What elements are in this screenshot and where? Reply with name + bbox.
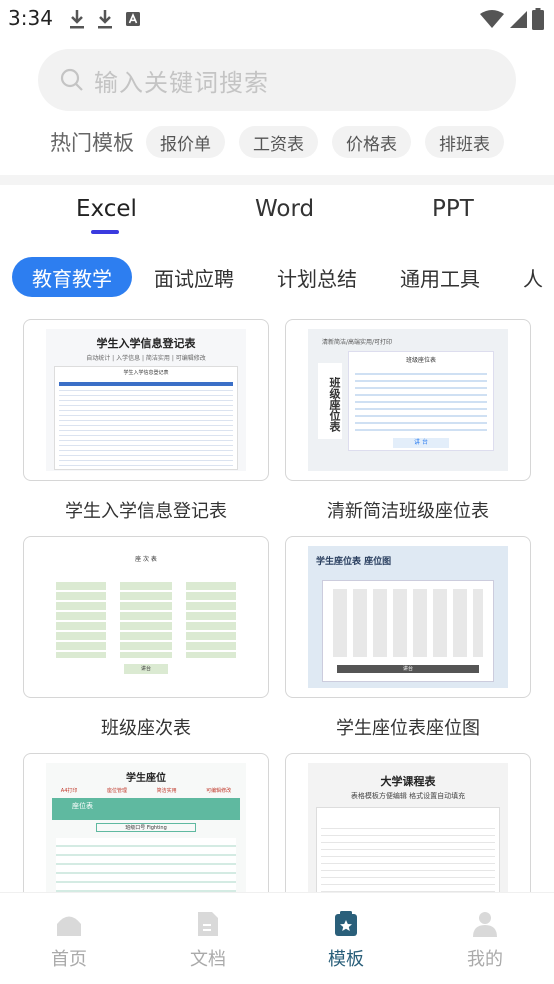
nav-documents-label: 文档	[190, 949, 226, 970]
nav-templates[interactable]: 模板	[306, 911, 386, 971]
nav-profile-label: 我的	[467, 949, 503, 970]
search-icon	[60, 68, 83, 91]
category-plan-summary[interactable]: 计划总结	[277, 257, 357, 297]
bottom-nav: 首页 文档 模板 我的	[0, 892, 554, 984]
thumbnail-tag: A4打印	[60, 788, 78, 794]
thumbnail-title: 学生座位表 座位图	[316, 557, 392, 567]
status-notifications	[68, 8, 142, 30]
nav-documents[interactable]: 文档	[168, 911, 248, 971]
type-tabs: Excel Word PPT	[0, 192, 554, 242]
profile-icon	[473, 912, 497, 937]
status-bar: 3:34	[0, 0, 554, 38]
template-card[interactable]: 大学课程表 表格模板方便编辑 格式设置自动填充	[285, 753, 531, 913]
hot-chip-price[interactable]: 价格表	[332, 126, 411, 158]
thumbnail-banner: 座位表	[52, 798, 240, 820]
template-card[interactable]: 学生座位表 座位图 讲台	[285, 536, 531, 698]
thumbnail-footer: 讲台	[337, 665, 479, 673]
thumbnail-footer: 讲 台	[393, 438, 449, 448]
template-thumbnail: 学生座位表 座位图 讲台	[308, 546, 508, 688]
template-thumbnail: 学生座位 A4打印 座位管理 简洁实用 可编辑修改 座位表 班级口号 Fight…	[46, 763, 246, 912]
thumbnail-title: 座 次 表	[135, 556, 157, 563]
tab-active-indicator	[91, 230, 119, 234]
tab-ppt[interactable]: PPT	[432, 196, 474, 222]
thumbnail-footer: 讲台	[124, 664, 168, 674]
tab-word[interactable]: Word	[255, 196, 314, 222]
wifi-icon	[480, 10, 504, 28]
search-placeholder: 输入关键词搜索	[94, 68, 269, 97]
search-input[interactable]: 输入关键词搜索	[38, 49, 516, 111]
tab-excel[interactable]: Excel	[76, 196, 137, 222]
battery-icon	[532, 8, 544, 30]
nav-templates-label: 模板	[328, 949, 364, 970]
signal-icon	[510, 11, 527, 28]
thumbnail-title: 学生座位	[126, 773, 166, 784]
hot-chip-quote[interactable]: 报价单	[146, 126, 225, 158]
thumbnail-title: 学生入学信息登记表	[96, 337, 196, 350]
thumbnail-inner-title: 班级座位表	[405, 357, 436, 364]
thumbnail-tag: 座位管理	[106, 788, 127, 794]
template-card[interactable]: 清新简洁/高端实用/可打印 班级座位表 班级座位表 讲 台	[285, 319, 531, 481]
hot-templates-label: 热门模板	[50, 131, 134, 155]
template-title[interactable]: 学生入学信息登记表	[23, 497, 269, 523]
thumbnail-tag: 可编辑修改	[206, 788, 232, 794]
template-card[interactable]: 学生入学信息登记表 自动统计 | 入学信息 | 简洁实用 | 可编辑修改 学生入…	[23, 319, 269, 481]
home-icon	[57, 916, 81, 936]
hot-chip-salary[interactable]: 工资表	[239, 126, 318, 158]
category-row: 教育教学 面试应聘 计划总结 通用工具 人	[0, 255, 554, 297]
thumbnail-slogan: 班级口号 Fighting	[96, 823, 196, 832]
template-thumbnail: 座 次 表 讲台	[46, 546, 246, 688]
nav-home[interactable]: 首页	[29, 911, 109, 971]
template-thumbnail: 清新简洁/高端实用/可打印 班级座位表 班级座位表 讲 台	[308, 329, 508, 471]
hot-chip-schedule[interactable]: 排班表	[425, 126, 504, 158]
hot-templates: 热门模板 报价单 工资表 价格表 排班表	[50, 124, 518, 160]
template-star-icon	[335, 911, 357, 936]
nav-home-label: 首页	[51, 949, 87, 970]
thumbnail-subtitle: 表格模板方便编辑 格式设置自动填充	[350, 792, 466, 800]
thumbnail-tag: 简洁实用	[156, 788, 177, 794]
template-title[interactable]: 班级座次表	[23, 714, 269, 740]
status-time: 3:34	[8, 6, 53, 30]
thumbnail-title: 大学课程表	[380, 775, 436, 788]
category-education[interactable]: 教育教学	[12, 257, 132, 297]
app-notification-icon	[126, 12, 140, 26]
template-card[interactable]: 学生座位 A4打印 座位管理 简洁实用 可编辑修改 座位表 班级口号 Fight…	[23, 753, 269, 913]
status-system	[480, 8, 544, 30]
template-thumbnail: 大学课程表 表格模板方便编辑 格式设置自动填充	[308, 763, 508, 912]
template-thumbnail: 学生入学信息登记表 自动统计 | 入学信息 | 简洁实用 | 可编辑修改 学生入…	[46, 329, 246, 471]
download-icon	[70, 10, 84, 29]
template-card[interactable]: 座 次 表 讲台	[23, 536, 269, 698]
thumbnail-inner-title: 学生入学信息登记表	[123, 370, 169, 376]
section-divider	[0, 175, 554, 185]
thumbnail-side-label: 班级座位表	[318, 363, 342, 439]
thumbnail-subtitle: 自动统计 | 入学信息 | 简洁实用 | 可编辑修改	[86, 355, 206, 362]
thumbnail-title: 清新简洁/高端实用/可打印	[322, 339, 393, 346]
nav-profile[interactable]: 我的	[445, 911, 525, 971]
template-title[interactable]: 学生座位表座位图	[285, 714, 531, 740]
template-title[interactable]: 清新简洁班级座位表	[285, 497, 531, 523]
category-general-tools[interactable]: 通用工具	[400, 257, 480, 297]
download-icon	[98, 10, 112, 29]
document-icon	[198, 912, 218, 936]
category-interview[interactable]: 面试应聘	[154, 257, 234, 297]
category-more[interactable]: 人	[523, 257, 543, 297]
